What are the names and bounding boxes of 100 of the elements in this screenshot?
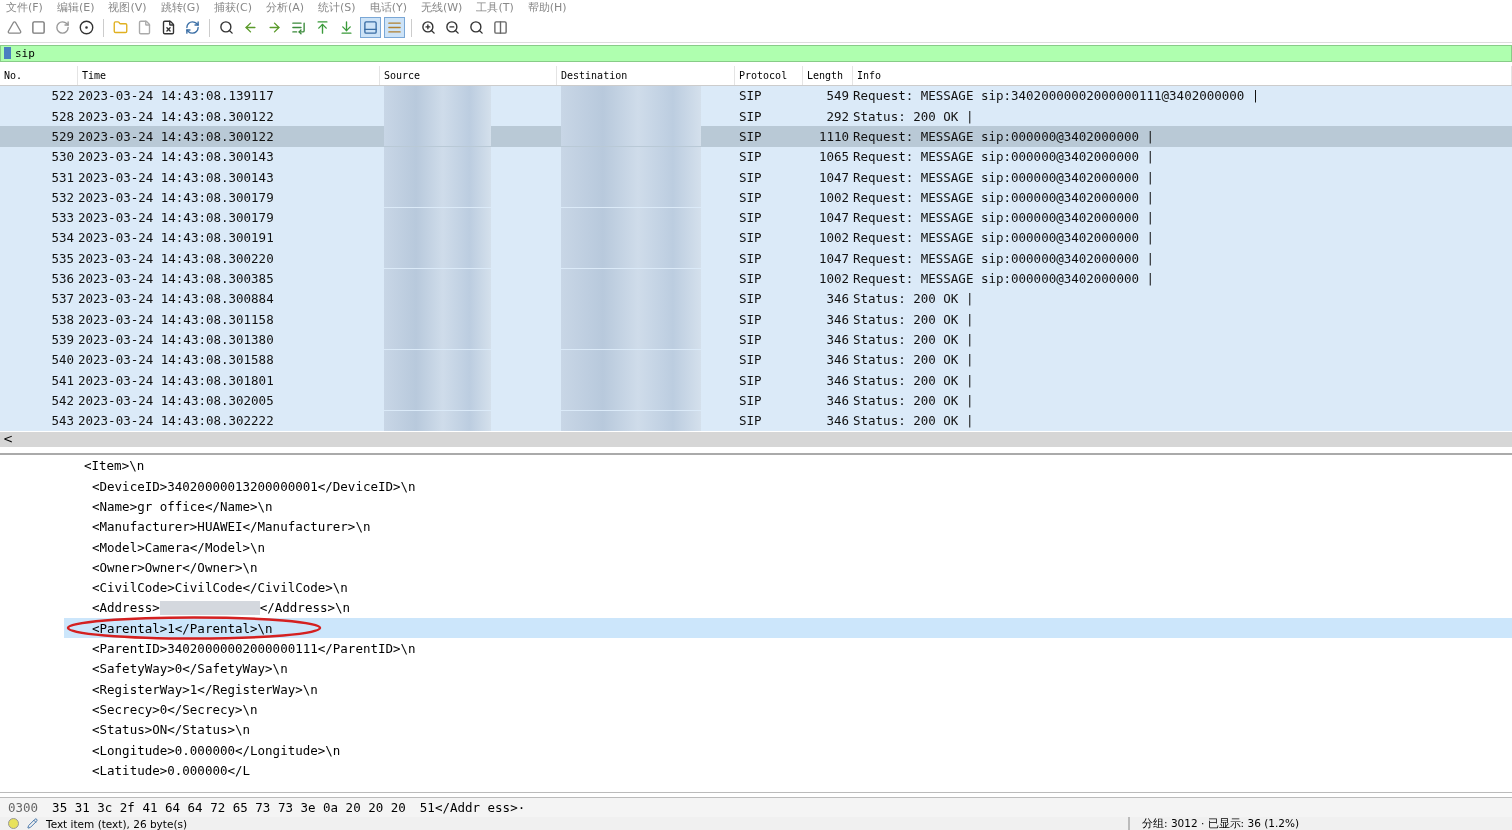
detail-line[interactable]: <CivilCode>CivilCode</CivilCode>\n xyxy=(64,577,1512,598)
detail-text: <Owner>Owner</Owner>\n xyxy=(92,559,258,575)
table-cell-text: Request: MESSAGE sip:000000@3402000000 | xyxy=(853,210,1156,226)
detail-text: <RegisterWay>1</RegisterWay>\n xyxy=(92,681,318,697)
table-cell-text: Request: MESSAGE sip:000000@3402000000 | xyxy=(853,230,1156,246)
table-cell-text: Request: MESSAGE sip:000000@3402000000 | xyxy=(853,189,1156,205)
detail-line[interactable]: <Manufacturer>HUAWEI</Manufacturer>\n xyxy=(64,516,1512,537)
detail-line[interactable]: <Name>gr office</Name>\n xyxy=(64,496,1512,517)
packet-row[interactable]: 530 2023-03-24 14:43:08.300143 SIP 1065 Request: MESSAGE sip:000000@3402000000 | xyxy=(0,146,1512,167)
table-cell-text: 2023-03-24 14:43:08.300122 xyxy=(78,108,275,124)
table-cell-text: SIP xyxy=(738,189,763,205)
autoscroll-button[interactable] xyxy=(360,17,381,39)
horizontal-scrollbar[interactable]: < xyxy=(0,431,1512,447)
table-cell-text: Status: 200 OK | xyxy=(853,291,975,307)
detail-line[interactable]: <Model>Camera</Model>\n xyxy=(64,536,1512,558)
detail-text: <Model>Camera</Model>\n xyxy=(92,539,266,555)
table-cell-text: 2023-03-24 14:43:08.300179 xyxy=(78,210,275,226)
table-cell-text: 1002 xyxy=(817,230,850,246)
detail-line[interactable]: <Address> </Address>\n xyxy=(64,597,1512,619)
menu-item[interactable]: 电话(Y) xyxy=(369,0,407,15)
packet-row[interactable]: 533 2023-03-24 14:43:08.300179 SIP 1047 Request: MESSAGE sip:000000@3402000000 | xyxy=(0,207,1512,228)
stop-icon xyxy=(31,20,46,36)
packet-row[interactable]: 542 2023-03-24 14:43:08.302005 SIP 346 Status: 200 OK | xyxy=(0,390,1512,411)
detail-line[interactable]: <Latitude>0.000000</L xyxy=(64,760,1512,781)
scroll-left-arrow[interactable]: < xyxy=(0,432,17,447)
display-filter-field[interactable]: sip xyxy=(0,44,1512,62)
packet-row[interactable]: 539 2023-03-24 14:43:08.301380 SIP 346 Status: 200 OK | xyxy=(0,329,1512,350)
detail-line[interactable]: <DeviceID>34020000013200000001</DeviceID>\n xyxy=(64,476,1512,497)
table-cell-text: 2023-03-24 14:43:08.300143 xyxy=(78,149,275,165)
column-header[interactable]: No. xyxy=(0,65,78,85)
detail-line[interactable]: <Longitude>0.000000</Longitude>\n xyxy=(64,739,1512,761)
detail-line[interactable]: <Item>\n xyxy=(64,455,1512,476)
packet-row[interactable]: 522 2023-03-24 14:43:08.139117 SIP 549 Request: MESSAGE sip:34020000002000000111@3402000000 | xyxy=(0,85,1512,107)
detail-line[interactable]: <Status>ON</Status>\n xyxy=(64,719,1512,740)
table-cell-text: 346 xyxy=(825,413,850,429)
table-cell-text: 531 xyxy=(50,169,75,185)
detail-text: <Secrecy>0</Secrecy>\n xyxy=(92,701,258,717)
table-cell-text: 2023-03-24 14:43:08.139117 xyxy=(78,88,275,104)
column-header[interactable]: Protocol xyxy=(735,65,803,85)
table-cell-text: SIP xyxy=(738,88,763,104)
packet-row[interactable]: 534 2023-03-24 14:43:08.300191 SIP 1002 Request: MESSAGE sip:000000@3402000000 | xyxy=(0,227,1512,249)
detail-line[interactable]: <Secrecy>0</Secrecy>\n xyxy=(64,699,1512,720)
menu-item[interactable]: 帮助(H) xyxy=(527,0,567,15)
column-header[interactable]: Source xyxy=(380,65,557,85)
menu-item[interactable]: 跳转(G) xyxy=(160,0,200,15)
packet-row[interactable]: 541 2023-03-24 14:43:08.301801 SIP 346 Status: 200 OK | xyxy=(0,369,1512,391)
table-cell-text: SIP xyxy=(738,331,763,347)
table-cell-text: 2023-03-24 14:43:08.300884 xyxy=(78,291,275,307)
detail-line[interactable]: <RegisterWay>1</RegisterWay>\n xyxy=(64,679,1512,700)
table-cell-text: 533 xyxy=(50,210,75,226)
column-header[interactable]: Destination xyxy=(557,65,735,85)
menu-item[interactable]: 编辑(E) xyxy=(56,0,95,15)
detail-line[interactable]: <SafetyWay>0</SafetyWay>\n xyxy=(64,658,1512,679)
zoom-out-icon xyxy=(445,20,460,36)
table-cell-text: Request: MESSAGE sip:000000@3402000000 | xyxy=(853,169,1156,185)
search-icon xyxy=(219,20,234,36)
table-cell-text: 2023-03-24 14:43:08.300220 xyxy=(78,250,275,266)
packet-row[interactable]: 528 2023-03-24 14:43:08.300122 SIP 292 Status: 200 OK | xyxy=(0,106,1512,127)
table-cell-text: 346 xyxy=(825,392,850,408)
column-header[interactable]: Time xyxy=(78,65,380,85)
bookmark-icon[interactable] xyxy=(4,47,11,60)
menu-item[interactable]: 文件(F) xyxy=(6,0,43,15)
packet-row[interactable]: 543 2023-03-24 14:43:08.302222 SIP 346 Status: 200 OK | xyxy=(0,410,1512,431)
table-cell-text: 1047 xyxy=(817,169,850,185)
packet-row[interactable]: 529 2023-03-24 14:43:08.300122 SIP 1110 Request: MESSAGE sip:000000@3402000000 | xyxy=(0,126,1512,147)
table-cell-text: Status: 200 OK | xyxy=(853,331,975,347)
table-cell-text: 522 xyxy=(50,88,75,104)
menu-item[interactable]: 分析(A) xyxy=(265,0,305,15)
packet-row[interactable]: 532 2023-03-24 14:43:08.300179 SIP 1002 Request: MESSAGE sip:000000@3402000000 | xyxy=(0,187,1512,208)
detail-line[interactable]: <Owner>Owner</Owner>\n xyxy=(64,557,1512,578)
packet-row[interactable]: 536 2023-03-24 14:43:08.300385 SIP 1002 Request: MESSAGE sip:000000@3402000000 | xyxy=(0,268,1512,289)
menu-item[interactable]: 工具(T) xyxy=(476,0,514,15)
table-cell-text: 346 xyxy=(825,331,850,347)
colorize-button[interactable] xyxy=(384,17,405,39)
menu-item[interactable]: 无线(W) xyxy=(420,0,463,15)
packet-row[interactable]: 535 2023-03-24 14:43:08.300220 SIP 1047 Request: MESSAGE sip:000000@3402000000 | xyxy=(0,248,1512,269)
table-cell-text: 528 xyxy=(50,108,75,124)
table-cell-text: 530 xyxy=(50,149,75,165)
last-packet-icon xyxy=(339,20,354,36)
edit-icon[interactable] xyxy=(27,818,38,830)
folder-icon xyxy=(113,20,128,36)
menu-item[interactable]: 捕获(C) xyxy=(213,0,252,15)
packet-row[interactable]: 531 2023-03-24 14:43:08.300143 SIP 1047 Request: MESSAGE sip:000000@3402000000 | xyxy=(0,166,1512,188)
table-cell-text: Status: 200 OK | xyxy=(853,311,975,327)
table-cell-text: SIP xyxy=(738,210,763,226)
colorize-icon xyxy=(387,20,402,36)
first-packet-icon xyxy=(315,20,330,36)
packet-row[interactable]: 537 2023-03-24 14:43:08.300884 SIP 346 Status: 200 OK | xyxy=(0,288,1512,309)
packet-row[interactable]: 540 2023-03-24 14:43:08.301588 SIP 346 Status: 200 OK | xyxy=(0,349,1512,370)
table-cell-text: 541 xyxy=(50,372,75,388)
packet-row[interactable]: 538 2023-03-24 14:43:08.301158 SIP 346 Status: 200 OK | xyxy=(0,309,1512,330)
menu-item[interactable]: 视图(V) xyxy=(108,0,147,15)
menu-item[interactable]: 统计(S) xyxy=(318,0,356,15)
table-cell-text: SIP xyxy=(738,230,763,246)
detail-line[interactable]: <ParentID>34020000002000000111</ParentID>\n xyxy=(64,638,1512,659)
status-indicator-icon[interactable] xyxy=(8,818,19,830)
column-header[interactable]: Length xyxy=(803,65,853,85)
close-file-icon xyxy=(161,20,176,36)
detail-text: <Manufacturer>HUAWEI</Manufacturer>\n xyxy=(92,519,371,535)
column-header[interactable]: Info xyxy=(853,65,1512,85)
